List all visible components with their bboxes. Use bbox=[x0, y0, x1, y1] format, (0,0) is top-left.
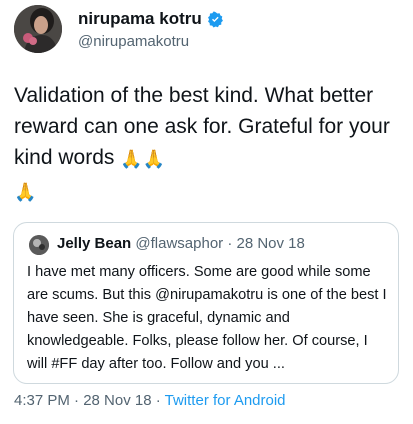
tweet-timestamp[interactable]: 4:37 PM · 28 Nov 18 · bbox=[14, 392, 161, 409]
quoted-header: Jelly Bean @flawsaphor · 28 Nov 18 bbox=[57, 235, 305, 252]
tweet-text-main: Validation of the best kind. What better… bbox=[14, 84, 390, 169]
tweet-footer: 4:37 PM · 28 Nov 18 · Twitter for Androi… bbox=[14, 392, 286, 409]
folded-hands-emoji-icon: 🙏 bbox=[120, 149, 143, 169]
folded-hands-emoji-icon: 🙏 bbox=[142, 149, 166, 169]
folded-hands-emoji-icon: 🙏 bbox=[14, 182, 37, 202]
quoted-tweet[interactable]: Jelly Bean @flawsaphor · 28 Nov 18 I hav… bbox=[13, 222, 399, 384]
quoted-author-avatar bbox=[29, 235, 49, 255]
quoted-tweet-text: I have met many officers. Some are good … bbox=[27, 264, 387, 372]
verified-badge-icon bbox=[207, 10, 224, 28]
quoted-author-meta: @flawsaphor · 28 Nov 18 bbox=[135, 235, 305, 252]
tweet-card: nirupama kotru @nirupamakotru Validation… bbox=[0, 0, 413, 424]
author-name[interactable]: nirupama kotru bbox=[78, 9, 202, 29]
tweet-source-link[interactable]: Twitter for Android bbox=[165, 392, 286, 409]
author-name-row: nirupama kotru bbox=[78, 9, 224, 29]
author-handle[interactable]: @nirupamakotru bbox=[78, 33, 189, 50]
tweet-text: Validation of the best kind. What better… bbox=[14, 80, 404, 208]
author-avatar[interactable] bbox=[14, 5, 62, 53]
quoted-author-name: Jelly Bean bbox=[57, 235, 132, 252]
